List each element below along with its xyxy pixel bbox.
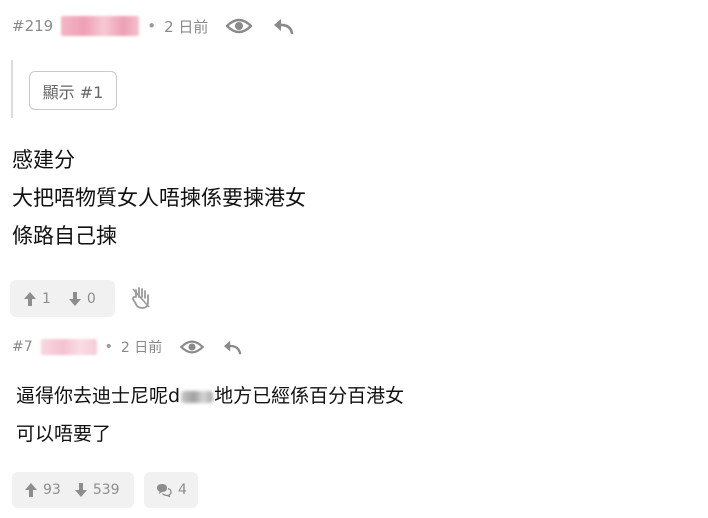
post-219-header: #219 • 2 日前	[12, 14, 294, 38]
post-time: 2 日前	[164, 17, 209, 36]
body-line: 逼得你去迪士尼呢d 地方已經係百分百港女	[16, 377, 404, 415]
reply-count: 4	[178, 482, 187, 498]
body-line: 可以唔要了	[16, 423, 112, 445]
post-number[interactable]: #7	[12, 339, 33, 355]
thumb-down-arrow-icon[interactable]	[68, 291, 81, 306]
username-blurred[interactable]	[61, 16, 140, 36]
username-blurred[interactable]	[40, 339, 97, 355]
replies-pill[interactable]: 4	[144, 472, 198, 508]
eye-icon[interactable]	[226, 17, 253, 35]
thumb-down-arrow-icon[interactable]	[74, 483, 87, 497]
upvote-count: 1	[42, 290, 51, 307]
block-hand-icon[interactable]	[131, 287, 151, 309]
upvote-count: 93	[43, 482, 61, 498]
separator-dot: •	[147, 17, 157, 35]
show-quote-button[interactable]: 顯示 #1	[29, 71, 117, 110]
post-time: 2 日前	[120, 340, 163, 356]
vote-pill: 1 0	[10, 280, 115, 317]
post-7-header: #7 • 2 日前	[12, 336, 242, 358]
downvote-count: 0	[86, 290, 96, 307]
body-text-segment: 地方已經係百分百港女	[214, 385, 405, 407]
eye-icon[interactable]	[180, 339, 205, 355]
reply-icon[interactable]	[222, 339, 242, 355]
separator-dot: •	[104, 339, 113, 355]
censored-word	[181, 390, 214, 403]
post-219-body: 感建分 大把唔物質女人唔揀係要揀港女 條路自己揀	[12, 141, 306, 255]
body-line: 感建分	[12, 148, 75, 172]
quote-bar	[11, 60, 13, 118]
body-line: 大把唔物質女人唔揀係要揀港女	[12, 186, 306, 210]
post-7-body: 逼得你去迪士尼呢d 地方已經係百分百港女 可以唔要了	[16, 377, 404, 453]
vote-pill: 93 539	[12, 472, 134, 508]
body-line: 條路自己揀	[12, 224, 117, 248]
post-number[interactable]: #219	[12, 17, 53, 35]
reply-icon[interactable]	[272, 17, 294, 35]
comment-bubbles-icon	[156, 483, 172, 497]
thumb-up-arrow-icon[interactable]	[24, 291, 36, 306]
thumb-up-arrow-icon[interactable]	[25, 483, 37, 497]
body-text-segment: 逼得你去迪士尼呢d	[16, 385, 181, 407]
downvote-count: 539	[92, 482, 120, 498]
